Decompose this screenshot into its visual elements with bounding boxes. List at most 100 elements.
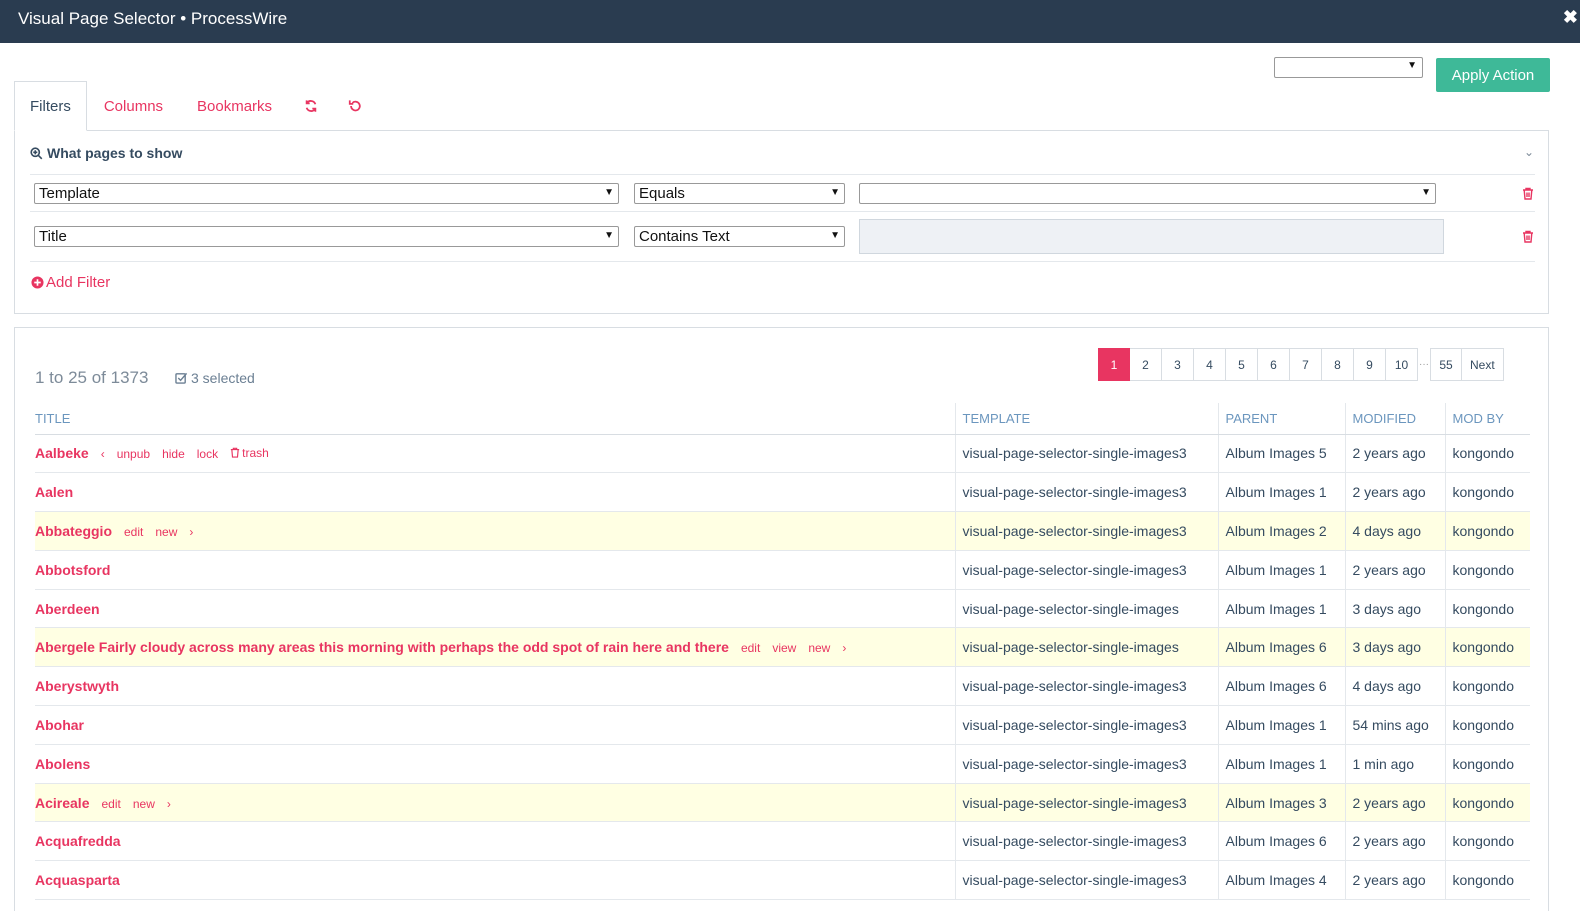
page-link[interactable]: 8	[1322, 348, 1354, 381]
divider	[30, 261, 1535, 262]
filter-operator-select[interactable]: Contains Text ▼	[634, 226, 845, 247]
filter-field-select[interactable]: Template ▼	[34, 183, 619, 204]
page-link[interactable]: 6	[1258, 348, 1290, 381]
action-select[interactable]: ▼	[1274, 57, 1423, 78]
column-header-modified[interactable]: Modified	[1344, 403, 1445, 435]
row-action-view[interactable]: view	[772, 641, 796, 655]
filter-field-select[interactable]: Title ▼	[34, 226, 619, 247]
apply-action-button[interactable]: Apply Action	[1436, 58, 1550, 92]
cell-title: Acireale edit new ›	[35, 783, 955, 823]
row-action-unpub[interactable]: unpub	[117, 447, 150, 461]
page-title-link[interactable]: Aalbeke	[35, 445, 89, 461]
chevron-right-icon[interactable]: ›	[167, 797, 171, 811]
caret-down-icon: ▼	[604, 187, 614, 198]
row-action-hide[interactable]: hide	[162, 447, 185, 461]
page-title-link[interactable]: Abohar	[35, 717, 84, 733]
page-title-link[interactable]: Abbateggio	[35, 523, 112, 539]
cell-mod-by: kongondo	[1444, 666, 1530, 707]
table-row[interactable]: Acquasparta visual-page-selector-single-i…	[35, 860, 1530, 901]
page-link[interactable]: 7	[1290, 348, 1322, 381]
next-page-button[interactable]: Next	[1462, 348, 1504, 381]
caret-down-icon: ▼	[1407, 60, 1417, 71]
page-title-link[interactable]: Aberdeen	[35, 601, 100, 617]
page-title-link[interactable]: Aalen	[35, 484, 73, 500]
cell-parent: Album Images 6	[1217, 666, 1345, 707]
table-row[interactable]: Aberystwyth visual-page-selector-single-i…	[35, 666, 1530, 707]
row-action-edit[interactable]: edit	[101, 797, 120, 811]
column-header-parent[interactable]: Parent	[1217, 403, 1345, 435]
column-header-template[interactable]: Template	[954, 403, 1218, 435]
cell-parent: Album Images 6	[1217, 821, 1345, 862]
table-row[interactable]: Abbotsford visual-page-selector-single-im…	[35, 550, 1530, 590]
close-icon[interactable]: ✖	[1563, 7, 1578, 28]
column-header-title[interactable]: Title	[35, 403, 955, 435]
page-title-link[interactable]: Acireale	[35, 795, 89, 811]
page-link[interactable]: 4	[1194, 348, 1226, 381]
page-link[interactable]: 10	[1386, 348, 1418, 381]
trash-icon	[230, 448, 240, 459]
tab-columns[interactable]: Columns	[87, 81, 180, 131]
row-action-label: lock	[196, 447, 219, 462]
results-panel: 1 to 25 of 1373 3 selected 1 2 3 4 5 6 7 8 9 10 ··…	[14, 327, 1549, 911]
cell-template: visual-page-selector-single-images3	[954, 472, 1218, 513]
reset-icon[interactable]	[333, 81, 377, 131]
cell-parent: Album Images 1	[1217, 705, 1345, 745]
cell-template: visual-page-selector-single-images3	[954, 821, 1218, 862]
page-link[interactable]: 5	[1226, 348, 1258, 381]
tab-filters[interactable]: Filters	[14, 81, 87, 131]
chevron-right-icon[interactable]: ›	[189, 525, 193, 539]
table-row[interactable]: Abohar visual-page-selector-single-images…	[35, 705, 1530, 745]
cell-parent: Album Images 1	[1217, 550, 1345, 590]
cell-mod-by: kongondo	[1444, 434, 1530, 474]
filter-text-input[interactable]	[859, 219, 1444, 254]
row-action-lock[interactable]: lock	[197, 447, 218, 461]
row-action-trash[interactable]: trash	[230, 446, 269, 460]
page-link[interactable]: 1	[1098, 348, 1130, 381]
cell-template: visual-page-selector-single-images	[954, 627, 1218, 668]
page-link[interactable]: 2	[1130, 348, 1162, 381]
page-link[interactable]: 9	[1354, 348, 1386, 381]
trash-icon[interactable]	[1522, 187, 1534, 200]
cell-modified: 2 years ago	[1344, 550, 1445, 590]
row-action-edit[interactable]: edit	[124, 525, 143, 539]
page-title-link[interactable]: Acquasparta	[35, 872, 120, 888]
table-row[interactable]: Abbateggio edit new › visual-page-selector-s…	[35, 511, 1530, 551]
table-row[interactable]: Acquafredda visual-page-selector-single-i…	[35, 821, 1530, 862]
chevron-down-icon[interactable]: ⌄	[1524, 145, 1534, 159]
row-action-edit[interactable]: edit	[741, 641, 760, 655]
cell-mod-by: kongondo	[1444, 705, 1530, 745]
table-row[interactable]: Acireale edit new › visual-page-selector-sin…	[35, 783, 1530, 823]
table-row[interactable]: Abergele Fairly cloudy across many areas…	[35, 627, 1530, 668]
tab-bookmarks[interactable]: Bookmarks	[180, 81, 289, 131]
page-title-link[interactable]: Abbotsford	[35, 562, 110, 578]
row-action-new[interactable]: new	[155, 525, 177, 539]
add-filter-button[interactable]: Add Filter	[31, 274, 110, 291]
row-action-new[interactable]: new	[808, 641, 830, 655]
cell-mod-by: kongondo	[1444, 783, 1530, 823]
trash-icon[interactable]	[1522, 230, 1534, 243]
filter-value-select[interactable]: ▼	[859, 183, 1436, 204]
pagination: 1 2 3 4 5 6 7 8 9 10 ··· 55 Next	[1098, 348, 1504, 381]
page-link-last[interactable]: 55	[1430, 348, 1462, 381]
cell-modified: 2 years ago	[1344, 860, 1445, 901]
refresh-icon[interactable]	[289, 81, 333, 131]
cell-template: visual-page-selector-single-images3	[954, 666, 1218, 707]
table-row[interactable]: Aalbeke ‹ unpub hide lock trash visual-page-se…	[35, 434, 1530, 474]
row-action-new[interactable]: new	[133, 797, 155, 811]
page-title-link[interactable]: Abergele Fairly cloudy across many areas…	[35, 639, 729, 655]
chevron-left-icon[interactable]: ‹	[101, 447, 105, 461]
page-title-link[interactable]: Acquafredda	[35, 833, 121, 849]
page-link[interactable]: 3	[1162, 348, 1194, 381]
filters-header[interactable]: What pages to show	[30, 145, 182, 161]
page-title-link[interactable]: Abolens	[35, 756, 90, 772]
filter-operator-select[interactable]: Equals ▼	[634, 183, 845, 204]
page-title-link[interactable]: Aberystwyth	[35, 678, 119, 694]
table-row[interactable]: Aalen visual-page-selector-single-images3…	[35, 472, 1530, 513]
selected-count[interactable]: 3 selected	[175, 370, 255, 386]
column-header-mod-by[interactable]: Mod By	[1444, 403, 1530, 435]
check-square-icon	[175, 372, 188, 384]
add-filter-label: Add Filter	[46, 274, 111, 291]
chevron-right-icon[interactable]: ›	[842, 641, 846, 655]
table-row[interactable]: Abolens visual-page-selector-single-image…	[35, 744, 1530, 784]
table-row[interactable]: Aberdeen visual-page-selector-single-imag…	[35, 589, 1530, 629]
